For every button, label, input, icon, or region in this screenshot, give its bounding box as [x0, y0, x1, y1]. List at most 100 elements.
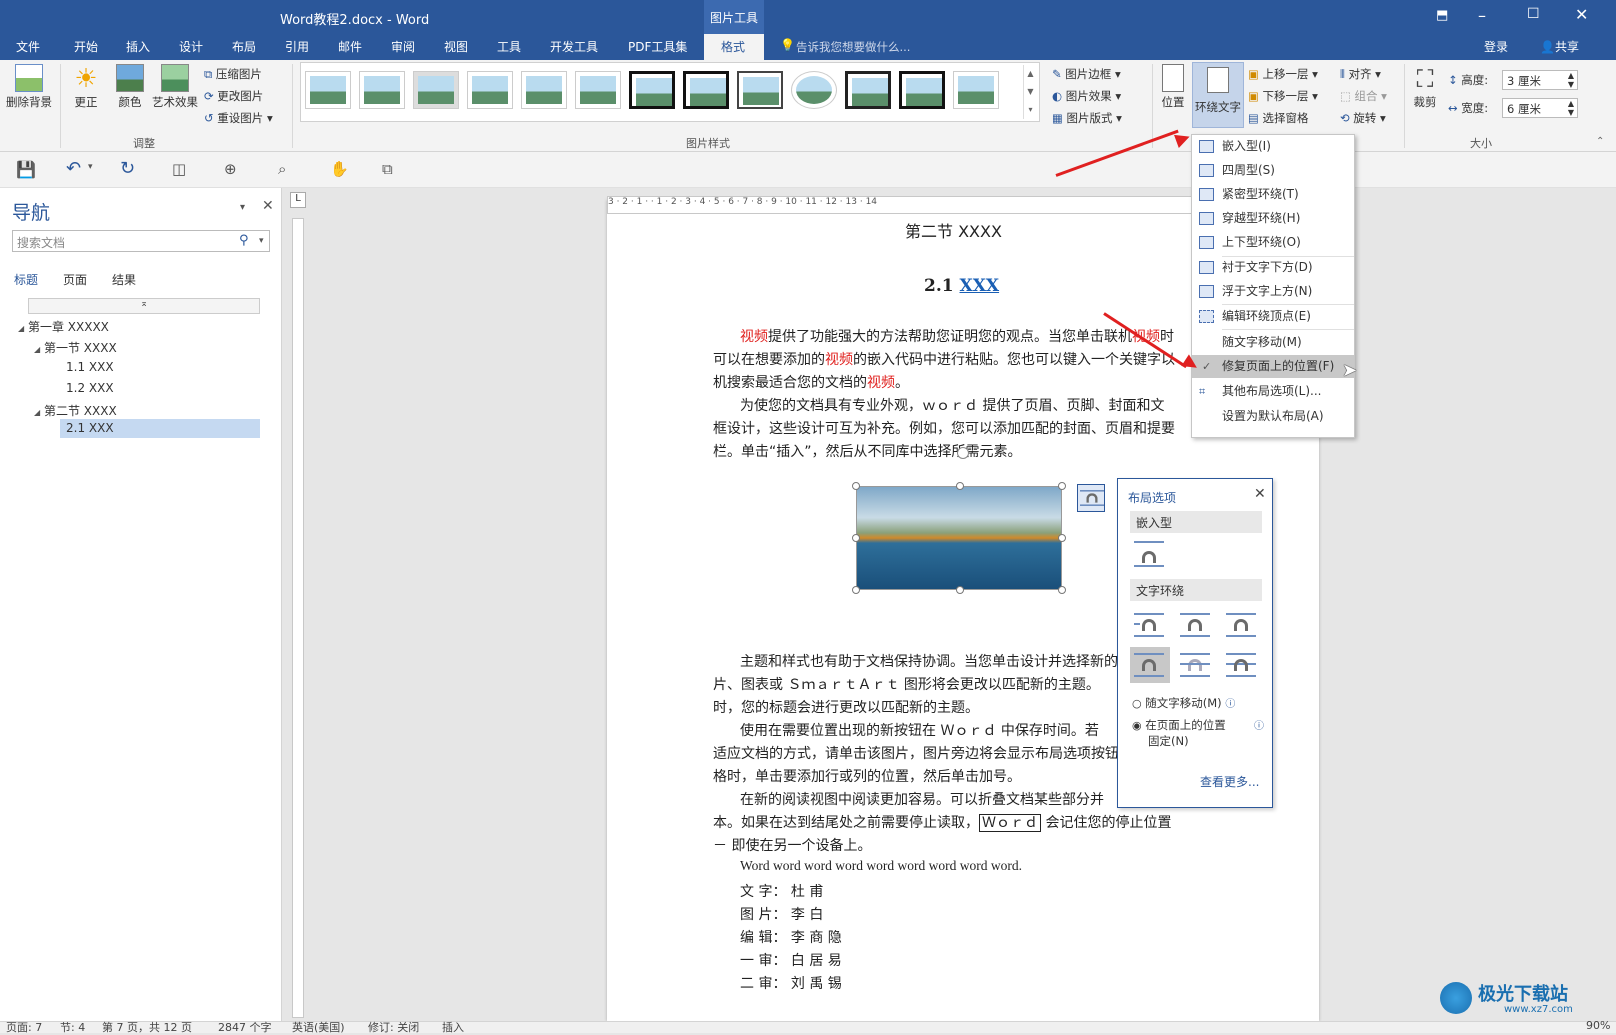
print-preview-icon[interactable]: ⌕	[278, 160, 286, 178]
wrap-top-bottom-icon[interactable]	[1134, 651, 1164, 679]
layout-panel-close-icon[interactable]: ✕	[1254, 486, 1266, 502]
resize-handle[interactable]	[852, 586, 860, 594]
remove-background-button[interactable]: 删除背景	[6, 64, 52, 110]
save-icon[interactable]: 💾	[16, 160, 36, 179]
bring-forward-button[interactable]: ▣ 上移一层 ▾	[1248, 66, 1318, 82]
style-thumbnail[interactable]	[845, 71, 891, 109]
width-field[interactable]: 6 厘米 ▲ ▼	[1502, 98, 1578, 118]
nav-close-icon[interactable]: ✕	[262, 198, 274, 214]
tree-item[interactable]: 1.1 XXX	[66, 360, 114, 374]
resize-handle[interactable]	[1058, 534, 1066, 542]
tab-view[interactable]: 视图	[444, 38, 468, 55]
style-thumbnail[interactable]	[683, 71, 729, 109]
maximize-icon[interactable]: ☐	[1527, 6, 1540, 22]
crop-button[interactable]: ⛶ 裁剪	[1408, 64, 1442, 110]
tree-item[interactable]: ◢ 第二节 XXXX	[34, 402, 117, 419]
tab-pdf[interactable]: PDF工具集	[628, 38, 687, 55]
menu-item-edit-wrap-points[interactable]: 编辑环绕顶点(E)	[1192, 305, 1354, 328]
style-thumbnail[interactable]	[359, 71, 405, 109]
style-thumbnail[interactable]	[899, 71, 945, 109]
wrap-through-icon[interactable]	[1226, 611, 1256, 639]
nav-options-icon[interactable]: ▾	[240, 202, 245, 213]
fix-position-radio[interactable]: ◉ 在页面上的位置	[1132, 717, 1226, 733]
resize-handle[interactable]	[852, 482, 860, 490]
collapse-ribbon-icon[interactable]: ⌃	[1596, 136, 1604, 147]
style-thumbnail[interactable]	[575, 71, 621, 109]
undo-icon[interactable]: ↶	[66, 158, 81, 179]
group-button[interactable]: ⬚ 组合 ▾	[1340, 88, 1387, 104]
sign-in-link[interactable]: 登录	[1484, 38, 1508, 55]
tree-item[interactable]: ◢ 第一节 XXXX	[34, 339, 117, 356]
customize-icon[interactable]: ⧉	[382, 160, 393, 178]
tab-file[interactable]: 文件	[16, 38, 40, 55]
resize-handle[interactable]	[956, 482, 964, 490]
position-button[interactable]: 位置	[1156, 64, 1190, 110]
selected-image[interactable]	[856, 486, 1062, 590]
menu-item-set-default[interactable]: 设置为默认布局(A)	[1192, 405, 1354, 428]
tab-tools[interactable]: 工具	[497, 38, 521, 55]
wrap-behind-text-icon[interactable]	[1180, 651, 1210, 679]
search-dropdown-icon[interactable]: ▾	[259, 236, 264, 246]
collapse-all-button[interactable]: ⌅	[28, 298, 260, 314]
menu-item-fix-position[interactable]: ✓ 修复页面上的位置(F)	[1192, 355, 1354, 378]
style-thumbnail[interactable]	[953, 71, 999, 109]
resize-handle[interactable]	[956, 586, 964, 594]
wrap-tight-icon[interactable]	[1180, 611, 1210, 639]
rotate-handle[interactable]	[957, 447, 969, 459]
picture-effects-button[interactable]: ◐ 图片效果 ▾	[1052, 88, 1121, 104]
picture-layout-button[interactable]: ▦ 图片版式 ▾	[1052, 110, 1122, 126]
minimize-icon[interactable]: –	[1478, 6, 1486, 25]
selection-pane-button[interactable]: ▤ 选择窗格	[1248, 110, 1309, 126]
corrections-button[interactable]: ☀ 更正	[68, 64, 104, 110]
redo-icon[interactable]: ↻	[120, 158, 135, 179]
menu-item-more-layout-options[interactable]: ⌗ 其他布局选项(L)...	[1192, 380, 1354, 403]
style-thumbnail[interactable]	[737, 71, 783, 109]
print-layout-icon[interactable]: ⊕	[224, 160, 237, 178]
gallery-scroll[interactable]: ▲ ▼ ▾	[1023, 65, 1037, 119]
wrap-in-front-icon[interactable]	[1226, 651, 1256, 679]
ribbon-display-icon[interactable]: ⬒	[1436, 8, 1448, 23]
nav-tab-results[interactable]: 结果	[112, 271, 136, 288]
style-thumbnail[interactable]	[629, 71, 675, 109]
nav-tab-pages[interactable]: 页面	[63, 271, 87, 288]
picture-border-button[interactable]: ✎ 图片边框 ▾	[1052, 66, 1121, 82]
wrap-inline-icon[interactable]	[1134, 541, 1164, 569]
nav-search-input[interactable]: 搜索文档 ⚲ ▾	[12, 230, 270, 252]
resize-handle[interactable]	[1058, 482, 1066, 490]
wrap-square-icon[interactable]	[1134, 611, 1164, 639]
tab-references[interactable]: 引用	[285, 38, 309, 55]
menu-item-tight[interactable]: 紧密型环绕(T)	[1192, 183, 1354, 206]
menu-item-move-with-text[interactable]: 随文字移动(M)	[1192, 331, 1354, 354]
reset-picture-button[interactable]: ↺ 重设图片 ▾	[204, 110, 273, 126]
style-thumbnail[interactable]	[467, 71, 513, 109]
menu-item-in-front-of-text[interactable]: 浮于文字上方(N)	[1192, 280, 1354, 303]
send-backward-button[interactable]: ▣ 下移一层 ▾	[1248, 88, 1318, 104]
tab-home[interactable]: 开始	[74, 38, 98, 55]
tab-selector[interactable]: L	[290, 192, 306, 208]
status-zoom[interactable]: 90%	[1586, 1019, 1610, 1032]
rotate-button[interactable]: ⟲ 旋转 ▾	[1340, 110, 1386, 126]
close-icon[interactable]: ✕	[1575, 5, 1588, 24]
tree-item[interactable]: ◢ 第一章 XXXXX	[18, 318, 109, 335]
style-thumbnail[interactable]	[305, 71, 351, 109]
tab-design[interactable]: 设计	[179, 38, 203, 55]
resize-handle[interactable]	[1058, 586, 1066, 594]
menu-item-top-bottom[interactable]: 上下型环绕(O)	[1192, 231, 1354, 254]
menu-item-square[interactable]: 四周型(S)	[1192, 159, 1354, 182]
search-icon[interactable]: ⚲	[239, 233, 249, 248]
tree-item[interactable]: 1.2 XXX	[66, 381, 114, 395]
touch-mode-icon[interactable]: ✋	[330, 160, 349, 178]
resize-handle[interactable]	[852, 534, 860, 542]
tell-me-input[interactable]: 告诉我您想要做什么...	[796, 39, 910, 55]
tab-developer[interactable]: 开发工具	[550, 38, 598, 55]
share-button[interactable]: 👤共享	[1540, 38, 1579, 55]
color-button[interactable]: 颜色	[112, 64, 148, 110]
compress-pictures-button[interactable]: ⧉ 压缩图片	[204, 66, 262, 82]
see-more-link[interactable]: 查看更多...	[1200, 773, 1259, 790]
style-thumbnail[interactable]	[521, 71, 567, 109]
align-button[interactable]: ⫴ 对齐 ▾	[1340, 66, 1381, 82]
tab-review[interactable]: 审阅	[391, 38, 415, 55]
wrap-text-button[interactable]: 环绕文字	[1192, 62, 1244, 128]
style-thumbnail[interactable]	[791, 71, 837, 109]
tab-format[interactable]: 格式	[704, 34, 764, 60]
